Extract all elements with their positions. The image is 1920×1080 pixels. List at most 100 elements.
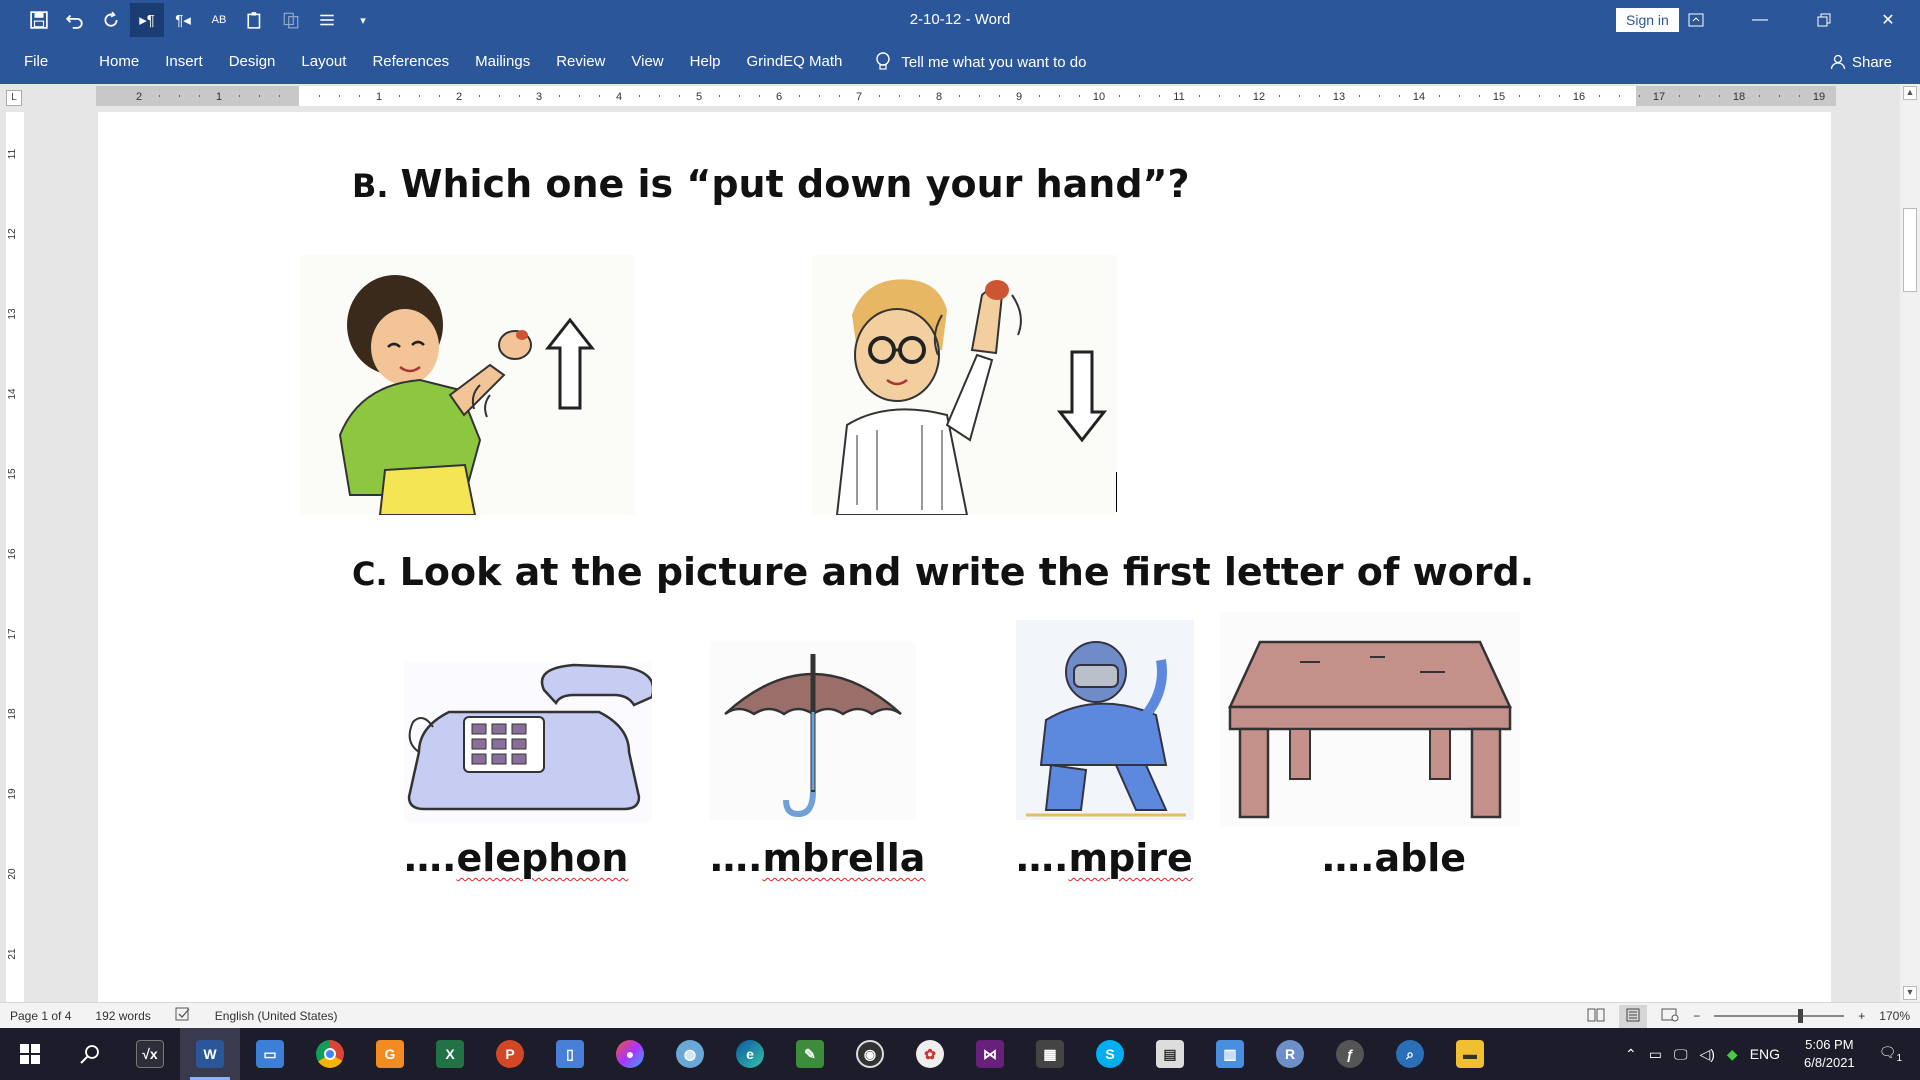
close-icon[interactable]: ✕	[1856, 0, 1920, 40]
ruler-tick	[1599, 95, 1600, 97]
tab-selector[interactable]: L	[6, 90, 22, 106]
tab-layout[interactable]: Layout	[288, 40, 359, 84]
print-layout-icon[interactable]	[1619, 1004, 1648, 1028]
start-icon[interactable]	[0, 1028, 60, 1080]
flash-icon[interactable]: ƒ	[1320, 1028, 1380, 1080]
documents-icon[interactable]: ▥	[1200, 1028, 1260, 1080]
document-page[interactable]: B. Which one is “put down your hand”? C.…	[98, 112, 1831, 1002]
redo-icon[interactable]	[94, 3, 128, 37]
read-mode-icon[interactable]	[1587, 1008, 1605, 1025]
globe-icon[interactable]: ◍	[660, 1028, 720, 1080]
scroll-thumb[interactable]	[1903, 208, 1917, 292]
magnifier-app-icon[interactable]: ⌕	[1380, 1028, 1440, 1080]
ruler-tick	[579, 95, 580, 97]
zoom-slider[interactable]	[1714, 1009, 1845, 1023]
list-icon[interactable]	[310, 3, 344, 37]
paint-drop-icon[interactable]: ●	[600, 1028, 660, 1080]
umbrella-picture[interactable]	[710, 642, 916, 820]
excel-formula-icon[interactable]: √x	[120, 1028, 180, 1080]
vertical-ruler[interactable]: 11 12 13 14 15 16 17 18 19 20 21	[6, 112, 24, 1002]
tab-review[interactable]: Review	[543, 40, 618, 84]
vertical-scrollbar[interactable]: ▲ ▼	[1900, 84, 1920, 1002]
section-b-heading: B. Which one is “put down your hand”?	[352, 162, 1190, 206]
notification-count: 1	[1896, 1052, 1902, 1064]
ribbon-display-options-icon[interactable]	[1664, 0, 1728, 40]
notes-icon[interactable]: ▯	[540, 1028, 600, 1080]
files-icon[interactable]: ▤	[1140, 1028, 1200, 1080]
tell-me-box[interactable]: Tell me what you want to do	[875, 52, 1086, 72]
ruler-tick	[659, 95, 660, 97]
minimize-icon[interactable]: —	[1728, 0, 1792, 40]
calculator-icon[interactable]: ▦	[1020, 1028, 1080, 1080]
word-taskbar-icon[interactable]: W	[180, 1028, 240, 1080]
format-text-icon[interactable]: AB	[202, 3, 236, 37]
undo-icon[interactable]	[58, 3, 92, 37]
language-indicator[interactable]: English (United States)	[215, 1009, 338, 1023]
color-app-icon[interactable]: ◆	[1727, 1046, 1738, 1063]
input-language[interactable]: ENG	[1750, 1046, 1780, 1062]
proofing-icon[interactable]	[175, 1007, 191, 1024]
edge-icon[interactable]: e	[720, 1028, 780, 1080]
share-button[interactable]: Share	[1830, 40, 1892, 84]
table-picture[interactable]	[1220, 612, 1520, 827]
tab-references[interactable]: References	[359, 40, 462, 84]
ruler-tick	[999, 95, 1000, 97]
zoom-level[interactable]: 170%	[1879, 1009, 1910, 1023]
volume-icon[interactable]: ◁)	[1699, 1046, 1714, 1063]
file-explorer-icon[interactable]: ▬	[1440, 1028, 1500, 1080]
computer-icon[interactable]: ▭	[240, 1028, 300, 1080]
tab-insert[interactable]: Insert	[152, 40, 216, 84]
visual-studio-icon[interactable]: ⋈	[960, 1028, 1020, 1080]
ruler-tick	[1679, 95, 1680, 97]
copy-icon[interactable]	[274, 3, 308, 37]
tray-expand-icon[interactable]: ⌃	[1625, 1046, 1637, 1063]
word-count[interactable]: 192 words	[95, 1009, 150, 1023]
ruler-number: 1	[376, 91, 382, 103]
page-count[interactable]: Page 1 of 4	[10, 1009, 71, 1023]
pen-tool-icon[interactable]: ✎	[780, 1028, 840, 1080]
document-canvas[interactable]: B. Which one is “put down your hand”? C.…	[30, 112, 1900, 1002]
left-to-right-icon[interactable]: ▸¶	[130, 3, 164, 37]
ruler-tick	[1319, 95, 1320, 97]
customize-qat-icon[interactable]: ▾	[346, 3, 380, 37]
excel-icon[interactable]: X	[420, 1028, 480, 1080]
palette-icon[interactable]: ✿	[900, 1028, 960, 1080]
zoom-out-button[interactable]: −	[1693, 1009, 1700, 1023]
view-controls: − + 170%	[1587, 1003, 1910, 1029]
tab-home[interactable]: Home	[86, 40, 152, 84]
battery-icon[interactable]: ▭	[1649, 1046, 1662, 1063]
tab-help[interactable]: Help	[677, 40, 734, 84]
restore-icon[interactable]	[1792, 0, 1856, 40]
right-to-left-icon[interactable]: ¶◂	[166, 3, 200, 37]
r-language-icon[interactable]: R	[1260, 1028, 1320, 1080]
ruler-tick	[1479, 95, 1480, 97]
tab-design[interactable]: Design	[216, 40, 289, 84]
ruler-tick	[479, 95, 480, 97]
scroll-down-icon[interactable]: ▼	[1903, 986, 1917, 1000]
skype-icon[interactable]: S	[1080, 1028, 1140, 1080]
boy-hand-down-picture[interactable]	[812, 255, 1118, 515]
tab-grindeq-math[interactable]: GrindEQ Math	[734, 40, 856, 84]
boy-hand-up-picture[interactable]	[300, 255, 635, 515]
media-player-icon[interactable]: ◉	[840, 1028, 900, 1080]
network-icon[interactable]: 🖵	[1674, 1046, 1688, 1063]
search-icon[interactable]	[60, 1028, 120, 1080]
tab-mailings[interactable]: Mailings	[462, 40, 543, 84]
chrome-icon[interactable]	[300, 1028, 360, 1080]
save-icon[interactable]	[22, 3, 56, 37]
tab-file[interactable]: File	[0, 40, 86, 84]
tab-view[interactable]: View	[618, 40, 676, 84]
word-able: ….able	[1322, 836, 1466, 880]
powerpoint-icon[interactable]: P	[480, 1028, 540, 1080]
notification-icon[interactable]: 🗨1	[1879, 1044, 1902, 1064]
zoom-in-button[interactable]: +	[1858, 1009, 1865, 1023]
web-layout-icon[interactable]	[1661, 1008, 1679, 1025]
umpire-picture[interactable]	[1016, 620, 1194, 820]
foxit-pdf-icon[interactable]: G	[360, 1028, 420, 1080]
zoom-slider-knob[interactable]	[1798, 1009, 1804, 1023]
horizontal-ruler[interactable]: 2 1 1 2 3 4 5 6 7 8 9 10 11 12 13 14 15 16 17 18 19	[96, 86, 1836, 106]
paste-icon[interactable]	[238, 3, 272, 37]
clock[interactable]: 5:06 PM 6/8/2021	[1804, 1036, 1855, 1072]
telephone-picture[interactable]	[404, 662, 652, 822]
scroll-up-icon[interactable]: ▲	[1903, 86, 1917, 100]
